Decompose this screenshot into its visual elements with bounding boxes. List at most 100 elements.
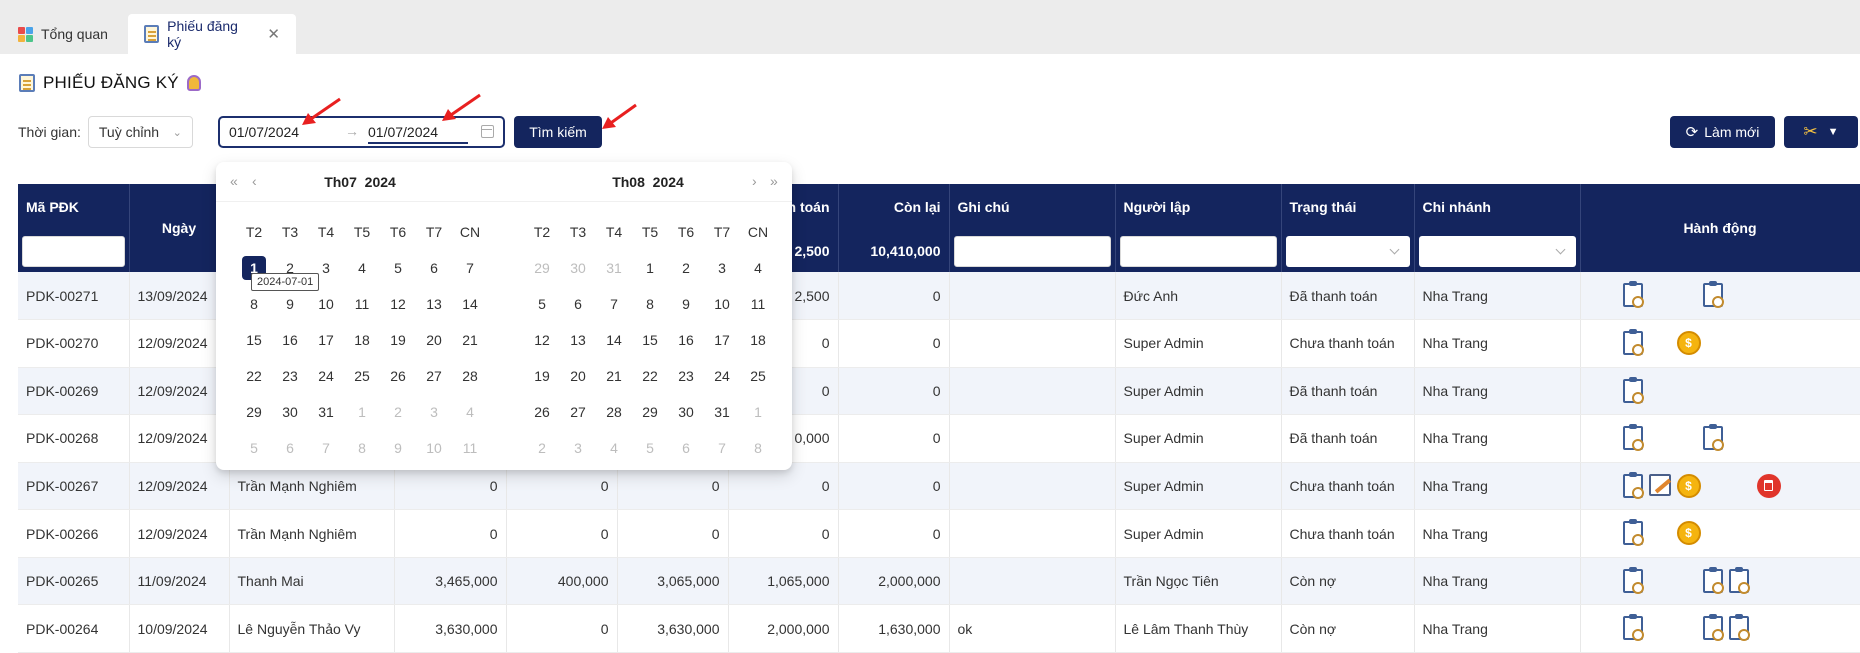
calendar-day[interactable]: 9 — [272, 296, 308, 312]
calendar-day[interactable]: 28 — [596, 404, 632, 420]
payment-coin-icon[interactable]: $ — [1676, 473, 1701, 498]
filter-ma-pdk[interactable] — [18, 230, 130, 272]
filter-trang-thai[interactable] — [1281, 230, 1415, 272]
calendar-day[interactable]: 27 — [560, 404, 596, 420]
calendar-day[interactable]: 25 — [740, 368, 776, 384]
calendar-day[interactable]: 30 — [560, 260, 596, 276]
calendar-day[interactable]: 4 — [344, 260, 380, 276]
view-detail-icon[interactable] — [1622, 424, 1644, 453]
calendar-day[interactable]: 16 — [668, 332, 704, 348]
calendar-day[interactable]: 24 — [308, 368, 344, 384]
table-row[interactable]: PDK-00265 11/09/2024 Thanh Mai 3,465,000 400… — [18, 557, 1860, 606]
calendar-day[interactable]: 16 — [272, 332, 308, 348]
calendar-day[interactable]: 19 — [524, 368, 560, 384]
calendar-day[interactable]: 14 — [596, 332, 632, 348]
calendar-day[interactable]: 2 — [524, 440, 560, 456]
tab-registration[interactable]: Phiếu đăng ký ✕ — [128, 14, 296, 54]
calendar-day[interactable]: 1 — [740, 404, 776, 420]
print-icon[interactable] — [1702, 281, 1724, 310]
calendar-day[interactable]: 31 — [308, 404, 344, 420]
calendar-day[interactable]: 8 — [632, 296, 668, 312]
calendar-day[interactable]: 12 — [380, 296, 416, 312]
calendar-day[interactable]: 18 — [740, 332, 776, 348]
year-label-right[interactable]: 2024 — [653, 174, 684, 190]
print-icon[interactable] — [1702, 424, 1724, 453]
calendar-day[interactable]: 26 — [524, 404, 560, 420]
calendar-day[interactable]: 31 — [596, 260, 632, 276]
search-button[interactable]: Tìm kiếm — [514, 116, 602, 148]
header-con-lai[interactable]: Còn lại — [838, 184, 950, 230]
calendar-day[interactable]: 20 — [416, 332, 452, 348]
view-detail-icon[interactable] — [1622, 376, 1644, 406]
calendar-day[interactable]: 11 — [344, 296, 380, 312]
calendar-day[interactable]: 2 — [380, 404, 416, 420]
date-from-input[interactable]: 01/07/2024 — [229, 124, 299, 140]
calendar-day[interactable]: 27 — [416, 368, 452, 384]
calendar-day[interactable]: 29 — [632, 404, 668, 420]
calendar-day[interactable]: 3 — [704, 260, 740, 276]
calendar-day[interactable]: 31 — [704, 404, 740, 420]
calendar-day[interactable]: 3 — [416, 404, 452, 420]
filter-chi-nhanh[interactable] — [1414, 230, 1581, 272]
calendar-day[interactable]: 23 — [668, 368, 704, 384]
view-detail-icon[interactable] — [1622, 471, 1644, 501]
view-detail-icon[interactable] — [1622, 281, 1644, 310]
date-to-input[interactable]: 01/07/2024 — [368, 124, 438, 140]
tools-dropdown-button[interactable]: ✂ ▼ — [1784, 116, 1858, 148]
calendar-day[interactable]: 20 — [560, 368, 596, 384]
calendar-day[interactable]: 8 — [740, 440, 776, 456]
calendar-day[interactable]: 25 — [344, 368, 380, 384]
calendar-day[interactable]: 29 — [524, 260, 560, 276]
calendar-day[interactable]: 9 — [380, 440, 416, 456]
calendar-day[interactable]: 10 — [308, 296, 344, 312]
month-label-right[interactable]: Th08 — [612, 174, 645, 190]
close-icon[interactable]: ✕ — [267, 25, 280, 43]
edit-icon[interactable] — [1648, 473, 1671, 499]
calendar-day[interactable]: 12 — [524, 332, 560, 348]
calendar-day[interactable]: 17 — [704, 332, 740, 348]
header-trang-thai[interactable]: Trạng thái — [1281, 184, 1415, 230]
calendar-day[interactable]: 11 — [740, 296, 776, 312]
calendar-day[interactable]: 8 — [344, 440, 380, 456]
calendar-day[interactable]: 29 — [236, 404, 272, 420]
calendar-day[interactable]: 4 — [596, 440, 632, 456]
view-detail-icon[interactable] — [1622, 614, 1644, 643]
calendar-day[interactable]: 1 — [632, 260, 668, 276]
filter-nguoi-lap[interactable] — [1115, 230, 1282, 272]
view-detail-icon[interactable] — [1622, 329, 1644, 358]
payment-coin-icon[interactable]: $ — [1676, 521, 1701, 546]
calendar-day[interactable]: 13 — [560, 332, 596, 348]
calendar-day[interactable]: 2 — [668, 260, 704, 276]
view-detail-icon[interactable] — [1622, 566, 1644, 596]
calendar-day[interactable]: 22 — [632, 368, 668, 384]
calendar-day[interactable]: 10 — [416, 440, 452, 456]
calendar-day[interactable]: 23 — [272, 368, 308, 384]
calendar-day[interactable]: 30 — [668, 404, 704, 420]
calendar-icon[interactable] — [481, 125, 494, 138]
calendar-day[interactable]: 4 — [452, 404, 488, 420]
calendar-day[interactable]: 7 — [308, 440, 344, 456]
view-detail-icon[interactable] — [1622, 519, 1644, 548]
calendar-day[interactable]: 22 — [236, 368, 272, 384]
table-row[interactable]: PDK-00266 12/09/2024 Trần Mạnh Nghiêm 0 0 0 0 0… — [18, 509, 1860, 558]
year-label-left[interactable]: 2024 — [365, 174, 396, 190]
calendar-day[interactable]: 30 — [272, 404, 308, 420]
calendar-day[interactable]: 26 — [380, 368, 416, 384]
calendar-day[interactable]: 7 — [452, 260, 488, 276]
next-year-icon[interactable]: » — [770, 173, 778, 189]
calendar-day[interactable]: 6 — [668, 440, 704, 456]
print-icon[interactable] — [1702, 566, 1724, 596]
tab-overview[interactable]: Tổng quan — [2, 14, 124, 54]
calendar-day[interactable]: 5 — [632, 440, 668, 456]
calendar-day[interactable]: 21 — [596, 368, 632, 384]
header-nguoi-lap[interactable]: Người lập — [1115, 184, 1282, 230]
calendar-day[interactable]: 6 — [560, 296, 596, 312]
calendar-day[interactable]: 8 — [236, 296, 272, 312]
calendar-day[interactable]: 10 — [704, 296, 740, 312]
print-copy-icon[interactable] — [1728, 566, 1750, 596]
refresh-button[interactable]: ⟳ Làm mới — [1670, 116, 1775, 148]
print-copy-icon[interactable] — [1728, 614, 1750, 643]
calendar-day[interactable]: 4 — [740, 260, 776, 276]
calendar-day[interactable]: 13 — [416, 296, 452, 312]
delete-icon[interactable] — [1756, 473, 1781, 498]
